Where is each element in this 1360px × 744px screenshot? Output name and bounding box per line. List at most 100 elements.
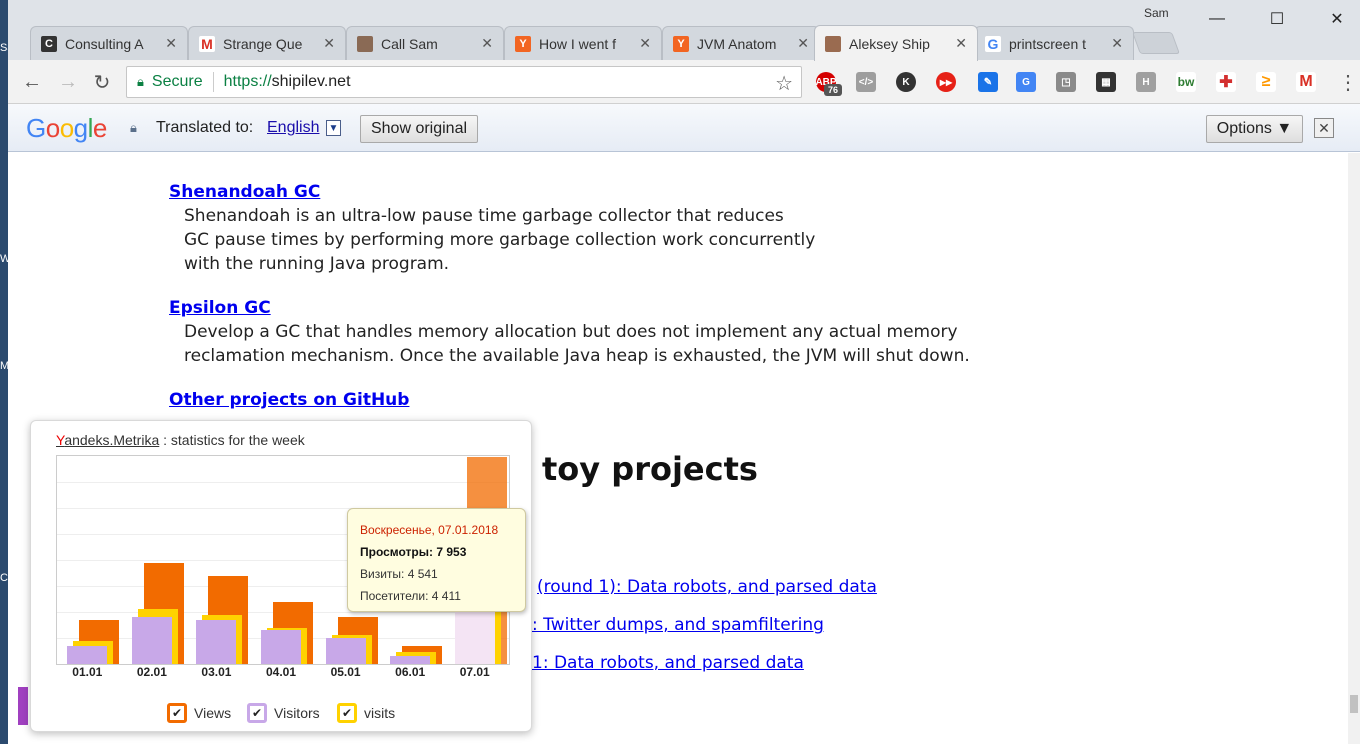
- bar-visitors-02.01[interactable]: [131, 617, 172, 664]
- gmail-icon[interactable]: M: [1296, 72, 1316, 92]
- screenshot-icon[interactable]: ◳: [1056, 72, 1076, 92]
- close-icon[interactable]: ✕: [639, 35, 651, 52]
- language-link[interactable]: English: [267, 119, 319, 137]
- project-link-epsilon[interactable]: Epsilon GC: [169, 298, 271, 318]
- tab-aleksey-shipilev[interactable]: Aleksey Ship ✕: [814, 25, 978, 61]
- legend-views[interactable]: ✔ Views: [167, 703, 231, 723]
- menu-icon[interactable]: ⋮: [1338, 70, 1358, 95]
- checkbox-icon[interactable]: ✔: [337, 703, 357, 723]
- tab-strange-que[interactable]: M Strange Que ✕: [188, 26, 346, 60]
- film-icon[interactable]: ▦: [1096, 72, 1116, 92]
- desktop-edge: Sa W M C: [0, 0, 13, 744]
- browser-toolbar: ← → ↻ 🔒︎ Secure https://shipilev.net ☆ A…: [8, 60, 1360, 104]
- extension-badge: 76: [824, 84, 842, 96]
- project-description: Shenandoah is an ultra-low pause time ga…: [184, 206, 816, 274]
- tab-label: Aleksey Ship: [849, 35, 930, 52]
- purple-widget-edge[interactable]: [18, 687, 28, 725]
- close-icon[interactable]: ✕: [481, 35, 493, 52]
- x-tick-label: 01.01: [72, 665, 103, 679]
- project-link[interactable]: (round 1): Data robots, and parsed data: [537, 577, 877, 597]
- project-link[interactable]: : Twitter dumps, and spamfiltering: [532, 615, 824, 635]
- bar-visitors-06.01[interactable]: [390, 656, 431, 664]
- options-button[interactable]: Options ▼: [1206, 115, 1303, 143]
- new-tab-button[interactable]: [1131, 32, 1181, 54]
- tab-bar: C Consulting A ✕ M Strange Que ✕ Call Sa…: [8, 0, 1360, 61]
- google-icon: G: [985, 35, 1001, 52]
- tooltip-views: Просмотры: 7 953: [360, 545, 467, 559]
- k-icon[interactable]: K: [896, 72, 916, 92]
- x-tick-label: 05.01: [330, 665, 361, 679]
- reload-button[interactable]: ↻: [90, 70, 114, 94]
- yandex-metrika-link[interactable]: Yandeks.Metrika: [56, 432, 159, 448]
- language-dropdown-icon[interactable]: ▼: [326, 120, 341, 136]
- legend-visits[interactable]: ✔ visits: [337, 703, 395, 723]
- video-icon[interactable]: ▶▶: [936, 72, 956, 92]
- checkbox-icon[interactable]: ✔: [167, 703, 187, 723]
- minimize-button[interactable]: —: [1194, 6, 1240, 32]
- close-icon[interactable]: ✕: [165, 35, 177, 52]
- tab-label: Strange Que: [223, 35, 303, 52]
- tab-label: JVM Anatom: [697, 35, 777, 52]
- page-scrollbar[interactable]: [1348, 153, 1360, 744]
- legend-visitors[interactable]: ✔ Visitors: [247, 703, 320, 723]
- close-translate-button[interactable]: ✕: [1314, 118, 1334, 138]
- tab-favicon-icon: C: [41, 35, 57, 52]
- back-button[interactable]: ←: [20, 70, 44, 94]
- eyedropper-icon[interactable]: ✎: [978, 72, 998, 92]
- url-text[interactable]: https://shipilev.net: [224, 73, 351, 91]
- bar-visitors-04.01[interactable]: [261, 630, 301, 664]
- ycombinator-icon: Y: [515, 35, 531, 52]
- bookmark-star-icon[interactable]: ☆: [775, 71, 793, 96]
- tab-call-sam[interactable]: Call Sam ✕: [346, 26, 504, 60]
- tab-label: printscreen t: [1009, 35, 1087, 52]
- close-icon[interactable]: ✕: [955, 35, 967, 52]
- plus-icon[interactable]: ✚: [1216, 72, 1236, 92]
- divider: [212, 72, 214, 92]
- profile-name[interactable]: Sam: [1144, 6, 1169, 20]
- forward-button[interactable]: →: [56, 70, 80, 94]
- tooltip-visitors: Посетители: 4 411: [360, 589, 461, 603]
- bar-visitors-05.01[interactable]: [325, 638, 366, 664]
- bw-icon[interactable]: bw: [1176, 72, 1196, 92]
- tab-consulting[interactable]: C Consulting A ✕: [30, 26, 188, 60]
- secure-label: Secure: [151, 73, 203, 90]
- tooltip-date: Воскресенье, 07.01.2018: [360, 523, 499, 537]
- avatar-icon: [825, 35, 841, 52]
- scrollbar-thumb[interactable]: [1350, 695, 1358, 713]
- google-logo: Google: [26, 113, 107, 143]
- ycombinator-icon: Y: [673, 35, 689, 52]
- close-icon[interactable]: ✕: [323, 35, 335, 52]
- browser-window: C Consulting A ✕ M Strange Que ✕ Call Sa…: [8, 0, 1360, 744]
- checkbox-icon[interactable]: ✔: [247, 703, 267, 723]
- close-window-button[interactable]: ✕: [1314, 6, 1360, 32]
- project-description: Develop a GC that handles memory allocat…: [184, 322, 970, 366]
- code-icon[interactable]: </>: [856, 72, 876, 92]
- project-link[interactable]: 1: Data robots, and parsed data: [532, 653, 804, 673]
- project-link-shenandoah[interactable]: Shenandoah GC: [169, 182, 320, 202]
- other-projects-link[interactable]: Other projects on GitHub: [169, 390, 409, 410]
- x-tick-label: 06.01: [395, 665, 426, 679]
- tab-jvm-anatomy[interactable]: Y JVM Anatom ✕: [662, 26, 820, 60]
- tab-label: Call Sam: [381, 35, 438, 52]
- desktop-text: C: [0, 572, 8, 584]
- maximize-button[interactable]: ☐: [1254, 6, 1300, 32]
- gmail-icon: M: [199, 35, 215, 52]
- show-original-button[interactable]: Show original: [360, 115, 478, 143]
- h-icon[interactable]: H: [1136, 72, 1156, 92]
- close-icon[interactable]: ✕: [1111, 35, 1123, 52]
- tab-printscreen[interactable]: G printscreen t ✕: [974, 26, 1134, 60]
- yandex-metrika-widget[interactable]: Yandeks.Metrika : statistics for the wee…: [30, 420, 532, 732]
- address-bar[interactable]: 🔒︎ Secure https://shipilev.net ☆: [126, 66, 802, 98]
- bar-visitors-03.01[interactable]: [196, 620, 237, 664]
- close-icon[interactable]: ✕: [797, 35, 809, 52]
- lock-icon: 🔒︎: [137, 74, 144, 89]
- translate-icon[interactable]: G: [1016, 72, 1036, 92]
- lock-icon: 🔒︎: [130, 120, 137, 135]
- grid-line: [57, 482, 509, 483]
- x-tick-label: 03.01: [201, 665, 232, 679]
- x-tick-label: 02.01: [136, 665, 167, 679]
- feed-icon[interactable]: ≥: [1256, 72, 1276, 92]
- bar-visitors-01.01[interactable]: [67, 646, 108, 664]
- chart-tooltip: Воскресенье, 07.01.2018 Просмотры: 7 953…: [347, 508, 526, 612]
- tab-how-i-went[interactable]: Y How I went f ✕: [504, 26, 662, 60]
